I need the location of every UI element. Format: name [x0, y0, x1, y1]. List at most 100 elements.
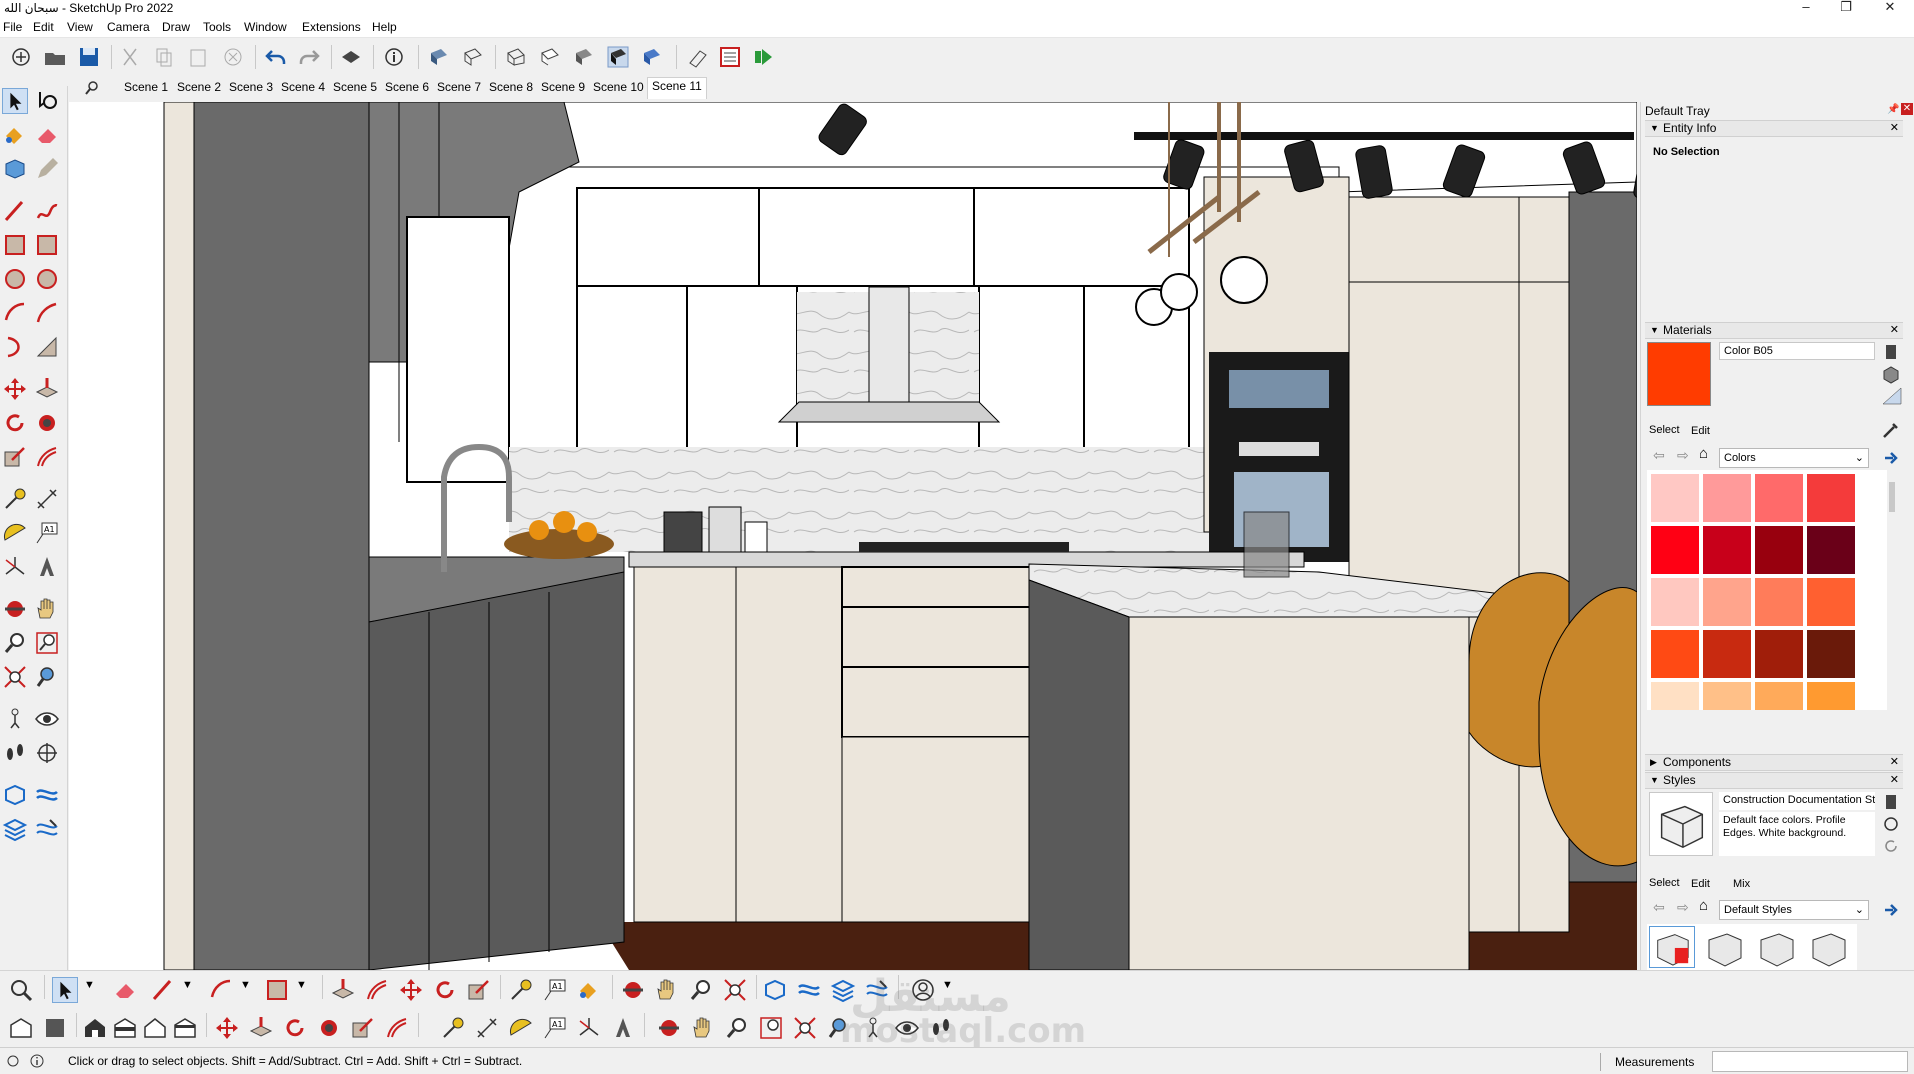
position-camera-icon[interactable] — [2, 706, 28, 732]
xray-style-icon[interactable] — [427, 45, 451, 69]
styles-tab-edit[interactable]: Edit — [1691, 878, 1710, 890]
paste-icon[interactable] — [186, 45, 210, 69]
text-tool-icon[interactable]: A1 — [542, 977, 568, 1003]
material-swatch[interactable] — [1755, 474, 1803, 522]
material-name-field[interactable]: Color B05 — [1719, 342, 1875, 360]
create-style-icon[interactable] — [1881, 792, 1901, 812]
erase-icon[interactable] — [221, 45, 245, 69]
menu-window[interactable]: Window — [244, 20, 287, 34]
style-thumb-2[interactable] — [1701, 926, 1747, 968]
tab-scene-1[interactable]: Scene 1 — [124, 80, 168, 94]
material-swatch[interactable] — [1703, 682, 1751, 710]
offset-icon[interactable] — [364, 977, 390, 1003]
details-arrow-icon[interactable] — [1881, 900, 1901, 920]
layers-icon[interactable] — [2, 816, 28, 842]
orbit-tool-icon[interactable] — [620, 977, 646, 1003]
protractor-icon[interactable] — [2, 520, 28, 546]
rotate-icon[interactable] — [2, 410, 28, 436]
previous-view-icon[interactable] — [34, 664, 60, 690]
pencil-line-icon[interactable] — [2, 198, 28, 224]
scale-icon[interactable] — [466, 977, 492, 1003]
styles-library-select[interactable]: Default Styles ⌄ — [1719, 900, 1869, 920]
polygon-icon[interactable] — [34, 266, 60, 292]
chevron-down-icon[interactable]: ▼ — [296, 979, 307, 991]
materials-header[interactable]: ▼ Materials ✕ — [1645, 322, 1903, 339]
styles-tab-mix[interactable]: Mix — [1733, 878, 1750, 890]
back-edges-icon[interactable] — [461, 45, 485, 69]
model-viewport[interactable] — [69, 102, 1637, 970]
text-tool-icon[interactable]: A1 — [34, 520, 60, 546]
material-swatch[interactable] — [1755, 526, 1803, 574]
sandbox-contours-icon[interactable] — [34, 782, 60, 808]
details-arrow-icon[interactable] — [1881, 448, 1901, 468]
push-pull-icon[interactable] — [34, 376, 60, 402]
material-swatch[interactable] — [1651, 526, 1699, 574]
zoom-icon[interactable] — [2, 630, 28, 656]
tape-measure-icon[interactable] — [2, 486, 28, 512]
freehand-icon[interactable] — [34, 198, 60, 224]
forward-arrow-icon[interactable]: ⇨ — [1677, 447, 1689, 464]
paint-bucket-icon[interactable] — [576, 977, 602, 1003]
save-icon[interactable] — [77, 45, 101, 69]
menu-draw[interactable]: Draw — [162, 20, 190, 34]
zoom-extents-icon[interactable] — [2, 664, 28, 690]
material-swatch[interactable] — [1807, 474, 1855, 522]
eyedropper-icon[interactable] — [1881, 420, 1901, 440]
look-around-icon[interactable] — [34, 706, 60, 732]
update-style-icon[interactable] — [1881, 814, 1901, 834]
styles-tab-select[interactable]: Select — [1649, 877, 1680, 889]
material-icon[interactable] — [1881, 364, 1901, 384]
tab-scene-2[interactable]: Scene 2 — [177, 80, 221, 94]
arc-icon[interactable] — [208, 977, 234, 1003]
shaded-icon[interactable] — [572, 45, 596, 69]
components-header[interactable]: ▶ Components ✕ — [1645, 754, 1903, 771]
orbit-icon[interactable] — [34, 88, 60, 114]
orbit-tool-icon[interactable] — [656, 1015, 682, 1041]
rotated-rectangle-icon[interactable] — [34, 232, 60, 258]
zoom-extents-icon[interactable] — [722, 977, 748, 1003]
menu-view[interactable]: View — [67, 20, 93, 34]
move-icon[interactable] — [398, 977, 424, 1003]
monochrome-icon[interactable] — [640, 45, 664, 69]
follow-me-icon[interactable] — [34, 410, 60, 436]
select-arrow-icon[interactable] — [2, 88, 28, 114]
home-view-icon[interactable] — [82, 1015, 108, 1041]
shaded-textures-icon[interactable] — [606, 45, 630, 69]
zoom-icon[interactable] — [724, 1015, 750, 1041]
new-file-icon[interactable] — [9, 45, 33, 69]
export-icon[interactable] — [752, 45, 776, 69]
move-icon[interactable] — [214, 1015, 240, 1041]
minimize-button[interactable]: – — [1786, 0, 1826, 17]
walk-footprints-icon[interactable] — [2, 740, 28, 766]
panel-close-icon[interactable]: ✕ — [1890, 773, 1899, 788]
stamp-icon[interactable] — [34, 816, 60, 842]
right-view-icon[interactable] — [142, 1015, 168, 1041]
styles-header[interactable]: ▼ Styles ✕ — [1645, 772, 1903, 789]
pencil-line-icon[interactable] — [150, 977, 176, 1003]
section-plane-tool-icon[interactable] — [34, 740, 60, 766]
3d-text-icon[interactable] — [610, 1015, 636, 1041]
info-icon[interactable] — [30, 1054, 44, 1068]
text-tool-icon[interactable]: A1 — [542, 1015, 568, 1041]
tab-scene-8[interactable]: Scene 8 — [489, 80, 533, 94]
menu-file[interactable]: File — [3, 20, 22, 34]
material-swatch[interactable] — [1703, 578, 1751, 626]
dimension-icon[interactable] — [34, 486, 60, 512]
style-thumb-3[interactable] — [1753, 926, 1799, 968]
rotate-icon[interactable] — [432, 977, 458, 1003]
zoom-window-icon[interactable] — [758, 1015, 784, 1041]
tray-close-icon[interactable]: ✕ — [1901, 103, 1913, 115]
eraser-icon[interactable] — [34, 122, 60, 148]
menu-camera[interactable]: Camera — [107, 20, 150, 34]
rectangle-icon[interactable] — [264, 977, 290, 1003]
material-swatch[interactable] — [1807, 578, 1855, 626]
geolocation-icon[interactable] — [6, 1054, 20, 1068]
follow-me-icon[interactable] — [316, 1015, 342, 1041]
push-pull-icon[interactable] — [330, 977, 356, 1003]
menu-tools[interactable]: Tools — [203, 20, 231, 34]
pie-icon[interactable] — [34, 334, 60, 360]
back-view-icon[interactable] — [172, 1015, 198, 1041]
zoom-icon[interactable] — [8, 977, 34, 1003]
hidden-line-icon[interactable] — [538, 45, 562, 69]
material-swatch[interactable] — [1703, 630, 1751, 678]
